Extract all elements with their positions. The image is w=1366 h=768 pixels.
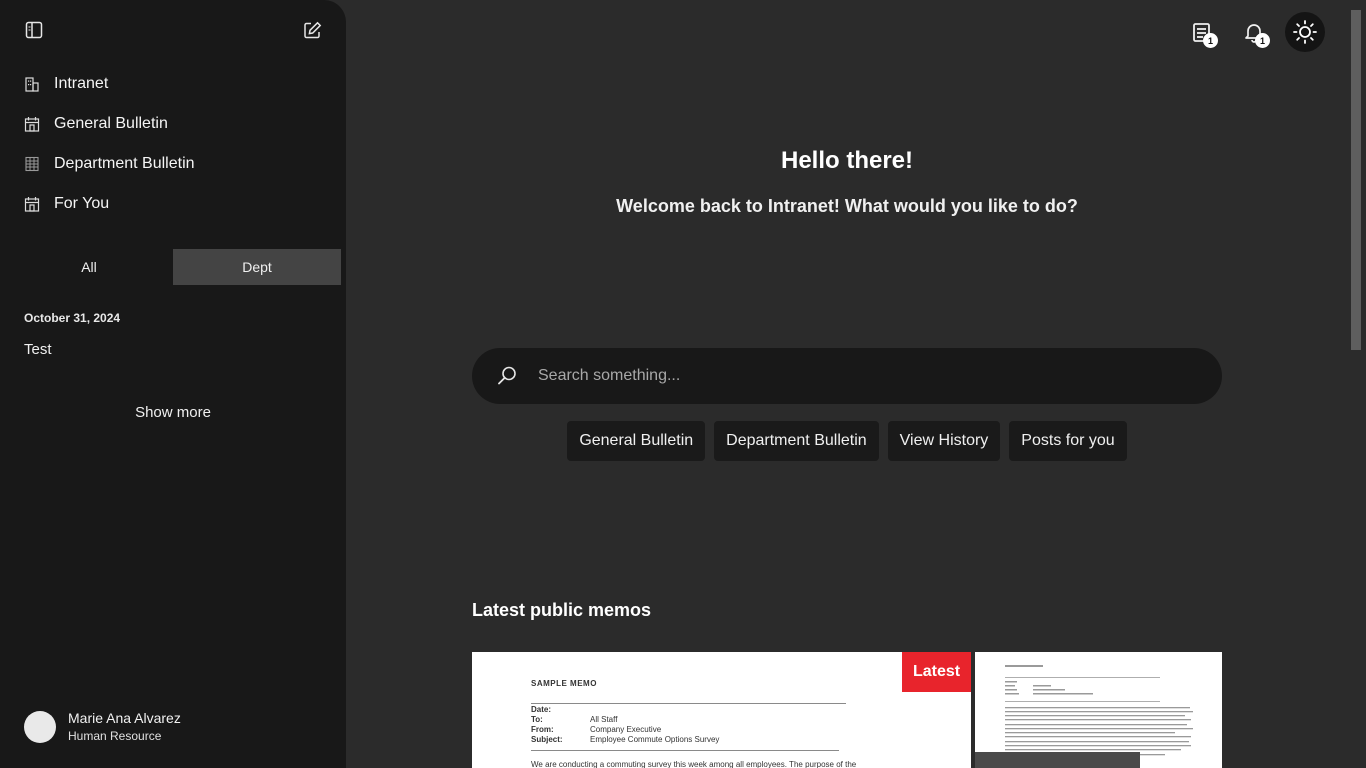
sidebar-item-department-bulletin[interactable]: Department Bulletin xyxy=(24,152,195,176)
theme-toggle-button[interactable] xyxy=(1285,12,1325,52)
memo-thumbnail xyxy=(975,665,1193,768)
memo-row-key: From: xyxy=(531,725,554,734)
search-bar xyxy=(472,348,1222,404)
memo-row-key: Subject: xyxy=(531,735,563,744)
grid-building-icon xyxy=(24,156,40,172)
sidebar-item-label: General Bulletin xyxy=(54,115,168,132)
scope-toggle: All Dept xyxy=(5,249,341,285)
chip-posts-for-you[interactable]: Posts for you xyxy=(1009,421,1127,461)
memo-row-value: Employee Commute Options Survey xyxy=(590,735,720,744)
memo-row-key: To: xyxy=(531,715,543,724)
sidebar-item-for-you[interactable]: For You xyxy=(24,192,109,216)
building-icon xyxy=(24,76,40,92)
memo-card[interactable]: SAMPLE MEMO Date: To: All Staff From: Co… xyxy=(472,652,971,768)
new-post-icon[interactable] xyxy=(300,18,324,42)
avatar xyxy=(24,710,56,743)
toggle-dept[interactable]: Dept xyxy=(173,249,341,285)
toggle-all[interactable]: All xyxy=(5,249,173,285)
chip-general-bulletin[interactable]: General Bulletin xyxy=(567,421,706,461)
user-name: Marie Ana Alvarez xyxy=(68,710,181,726)
sidebar-item-label: Department Bulletin xyxy=(54,155,195,172)
section-title: Latest public memos xyxy=(472,600,652,620)
user-department: Human Resource xyxy=(68,729,162,743)
sun-icon xyxy=(1292,19,1318,45)
chip-department-bulletin[interactable]: Department Bulletin xyxy=(714,421,879,461)
sidebar-item-intranet[interactable]: Intranet xyxy=(24,72,108,96)
sidebar-toggle-icon[interactable] xyxy=(22,18,46,42)
memo-count-badge: 1 xyxy=(1203,33,1218,48)
page-subtitle: Welcome back to Intranet! What would you… xyxy=(616,196,1078,216)
recent-date: October 31, 2024 xyxy=(24,311,121,325)
memo-divider xyxy=(531,703,846,704)
search-icon xyxy=(496,365,518,387)
scrollbar-thumb[interactable] xyxy=(1351,10,1361,350)
sidebar-item-general-bulletin[interactable]: General Bulletin xyxy=(24,112,168,136)
sidebar: Intranet General Bulletin Department Bul… xyxy=(0,0,346,768)
calendar-building-icon xyxy=(24,196,40,212)
sidebar-item-label: For You xyxy=(54,195,110,212)
memo-row-key: Date: xyxy=(531,705,552,714)
sidebar-item-label: Intranet xyxy=(54,75,109,92)
memo-card[interactable] xyxy=(975,652,1222,768)
calendar-building-icon xyxy=(24,116,40,132)
memo-list-button[interactable]: 1 xyxy=(1186,16,1218,48)
quick-actions: General Bulletin Department Bulletin Vie… xyxy=(472,421,1222,461)
memo-divider xyxy=(531,750,839,751)
user-profile[interactable]: Marie Ana Alvarez Human Resource xyxy=(24,710,181,743)
recent-item[interactable]: Test xyxy=(24,341,52,358)
notification-count-badge: 1 xyxy=(1255,33,1270,48)
chip-view-history[interactable]: View History xyxy=(887,421,1001,461)
page-title: Hello there! xyxy=(780,147,914,174)
show-more-button[interactable]: Show more xyxy=(0,404,346,421)
search-input[interactable] xyxy=(538,367,1222,385)
notifications-button[interactable]: 1 xyxy=(1238,16,1270,48)
memo-row-value: All Staff xyxy=(590,715,618,724)
memo-row-value: Company Executive xyxy=(590,725,662,734)
memo-heading: SAMPLE MEMO xyxy=(531,679,597,688)
memo-body: We are conducting a commuting survey thi… xyxy=(531,760,857,768)
latest-badge: Latest xyxy=(902,652,971,692)
